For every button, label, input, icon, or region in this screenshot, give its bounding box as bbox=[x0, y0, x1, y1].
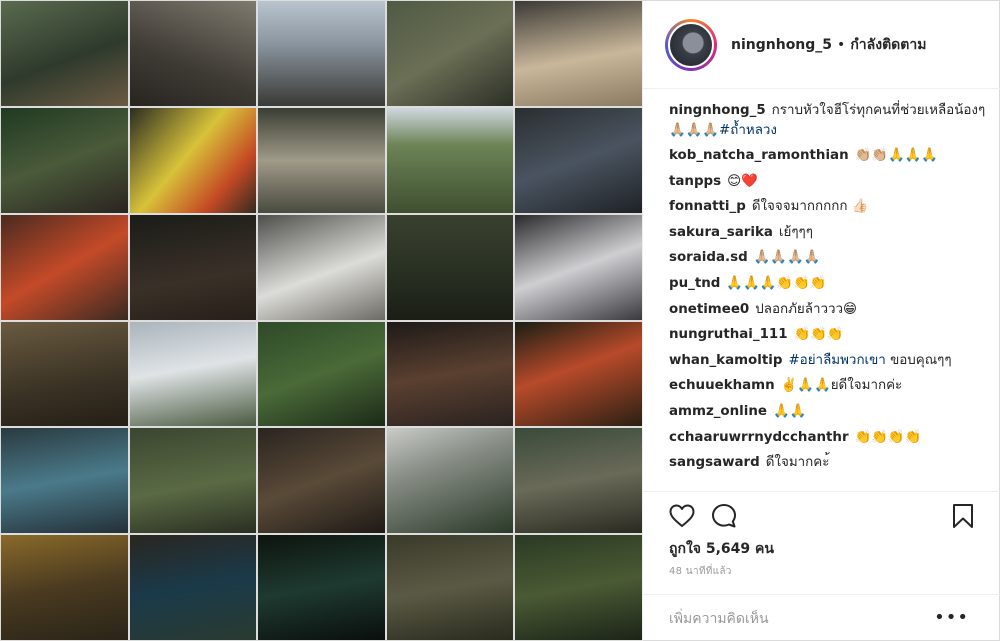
comment-item: cchaaruwrrnydcchanthr 👏👏👏👏 bbox=[669, 425, 989, 451]
comment-username[interactable]: sangsaward bbox=[669, 455, 760, 470]
comment-item: nungruthai_111 👏👏👏 bbox=[669, 322, 989, 348]
collage-tile bbox=[1, 107, 128, 213]
photo-collage bbox=[1, 1, 642, 641]
collage-tile bbox=[386, 428, 514, 534]
comments-list[interactable]: ningnhong_5 กราบหัวใจฮีโร่ทุกคนที่ช่วยเหล… bbox=[669, 99, 989, 491]
collage-tile bbox=[129, 321, 257, 427]
collage-tile bbox=[258, 428, 385, 534]
comment-hashtag[interactable]: #อย่าลืมพวกเขา bbox=[788, 353, 885, 368]
comment-item: tanpps 😊❤️ bbox=[669, 169, 989, 195]
comment-text: 🙏🏼🙏🏼🙏🏼🙏🏼 bbox=[753, 250, 821, 266]
comment-username[interactable]: nungruthai_111 bbox=[669, 327, 788, 342]
comment-button[interactable] bbox=[709, 501, 739, 531]
comment-username[interactable]: soraida.sd bbox=[669, 250, 748, 265]
collage-tile bbox=[1, 535, 128, 640]
comment-input[interactable]: เพิ่มความคิดเห็น bbox=[669, 608, 769, 630]
comment-item: fonnatti_p ดีใจจจมากกกกก 👍🏻 bbox=[669, 194, 989, 220]
comment-item: echuuekhamn ✌️🙏🙏ยดีใจมากค่ะ bbox=[669, 373, 989, 399]
comment-username[interactable]: tanpps bbox=[669, 174, 721, 189]
collage-tile bbox=[1, 428, 128, 534]
caption-username[interactable]: ningnhong_5 bbox=[669, 103, 766, 118]
collage-tile bbox=[258, 321, 385, 427]
comment-item: pu_tnd 🙏🙏🙏👏👏👏 bbox=[669, 271, 989, 297]
comment-username[interactable]: whan_kamoltip bbox=[669, 353, 782, 368]
comment-text: ดีใจจจมากกกกก 👍🏻 bbox=[751, 199, 869, 215]
separator-dot: • bbox=[837, 36, 846, 53]
caption-hashtag[interactable]: #ถ้ำหลวง bbox=[719, 123, 777, 138]
collage-tile bbox=[258, 535, 385, 640]
comment-text: ✌️🙏🙏ยดีใจมากค่ะ bbox=[780, 378, 903, 394]
comment-username[interactable]: ammz_online bbox=[669, 404, 767, 419]
collage-tile bbox=[258, 1, 385, 106]
caption: ningnhong_5 กราบหัวใจฮีโร่ทุกคนที่ช่วยเหล… bbox=[669, 101, 989, 141]
author-username[interactable]: ningnhong_5 bbox=[731, 37, 832, 53]
comment-username[interactable]: fonnatti_p bbox=[669, 199, 746, 214]
avatar[interactable] bbox=[668, 21, 714, 68]
comment-item: onetimee0 ปลอกภัยล้าววว😁 bbox=[669, 297, 989, 323]
story-ring[interactable] bbox=[665, 18, 717, 71]
comment-text: ดีใจมากคะ้ bbox=[765, 455, 830, 471]
comment-username[interactable]: kob_natcha_ramonthian bbox=[669, 148, 849, 163]
post-photo[interactable] bbox=[1, 1, 642, 641]
collage-tile bbox=[129, 1, 257, 106]
collage-tile bbox=[129, 428, 257, 534]
collage-tile bbox=[1, 1, 128, 106]
post-window: ningnhong_5 • กำลังติดตาม ningnhong_5 กรา… bbox=[0, 0, 1000, 641]
comment-item: sakura_sarika เย้ๆๆๆ bbox=[669, 220, 989, 246]
comment-text: 🙏🙏🙏👏👏👏 bbox=[726, 275, 827, 291]
heart-icon bbox=[669, 504, 695, 527]
collage-tile bbox=[1, 214, 128, 320]
comment-text: เย้ๆๆๆ bbox=[778, 224, 813, 240]
collage-tile bbox=[1, 321, 128, 427]
add-comment-bar: เพิ่มความคิดเห็น ••• bbox=[643, 594, 1000, 641]
comment-username[interactable]: onetimee0 bbox=[669, 302, 749, 317]
collage-tile bbox=[258, 214, 385, 320]
comment-username[interactable]: pu_tnd bbox=[669, 276, 720, 291]
bookmark-icon bbox=[953, 504, 973, 528]
comment-username[interactable]: echuuekhamn bbox=[669, 378, 775, 393]
collage-tile bbox=[515, 535, 642, 640]
collage-tile bbox=[129, 535, 257, 640]
collage-tile bbox=[515, 321, 642, 427]
collage-tile bbox=[515, 1, 642, 106]
comment-text: 👏🏼👏🏼🙏🙏🙏 bbox=[854, 148, 938, 163]
comment-text: 👏👏👏 bbox=[793, 327, 844, 343]
post-header: ningnhong_5 • กำลังติดตาม bbox=[643, 1, 1000, 89]
collage-tile bbox=[386, 1, 514, 106]
collage-tile bbox=[515, 428, 642, 534]
comment-text: ปลอกภัยล้าววว😁 bbox=[755, 301, 858, 317]
post-timestamp[interactable]: 48 นาทีที่แล้ว bbox=[669, 564, 732, 579]
comment-item: soraida.sd 🙏🏼🙏🏼🙏🏼🙏🏼 bbox=[669, 245, 989, 271]
more-options-icon[interactable]: ••• bbox=[934, 607, 969, 628]
collage-tile bbox=[515, 214, 642, 320]
comment-username[interactable]: sakura_sarika bbox=[669, 225, 773, 240]
post-sidebar: ningnhong_5 • กำลังติดตาม ningnhong_5 กรา… bbox=[642, 1, 1000, 641]
comment-username[interactable]: cchaaruwrrnydcchanthr bbox=[669, 430, 849, 445]
collage-tile bbox=[386, 321, 514, 427]
comment-text: 🙏🙏 bbox=[772, 403, 807, 419]
collage-tile bbox=[515, 107, 642, 213]
save-button[interactable] bbox=[948, 501, 978, 531]
comment-item: sangsaward ดีใจมากคะ้ bbox=[669, 450, 989, 476]
comment-text: ขอบคุณๆๆ bbox=[890, 352, 952, 368]
collage-tile bbox=[386, 535, 514, 640]
post-actions: ถูกใจ 5,649 คน 48 นาทีที่แล้ว เพิ่มความค… bbox=[643, 491, 1000, 641]
comment-text: 😊❤️ bbox=[727, 173, 758, 189]
collage-tile bbox=[129, 214, 257, 320]
collage-tile bbox=[258, 107, 385, 213]
comment-item: whan_kamoltip #อย่าลืมพวกเขา ขอบคุณๆๆ bbox=[669, 348, 989, 374]
comment-item: kob_natcha_ramonthian 👏🏼👏🏼🙏🙏🙏 bbox=[669, 143, 989, 169]
like-count[interactable]: ถูกใจ 5,649 คน bbox=[669, 538, 774, 560]
comment-item: ammz_online 🙏🙏 bbox=[669, 399, 989, 425]
following-button[interactable]: กำลังติดตาม bbox=[850, 34, 926, 56]
collage-tile bbox=[129, 107, 257, 213]
like-button[interactable] bbox=[667, 501, 697, 531]
collage-tile bbox=[386, 107, 514, 213]
comment-icon bbox=[712, 504, 736, 528]
collage-tile bbox=[386, 214, 514, 320]
comment-text: 👏👏👏👏 bbox=[854, 429, 922, 445]
